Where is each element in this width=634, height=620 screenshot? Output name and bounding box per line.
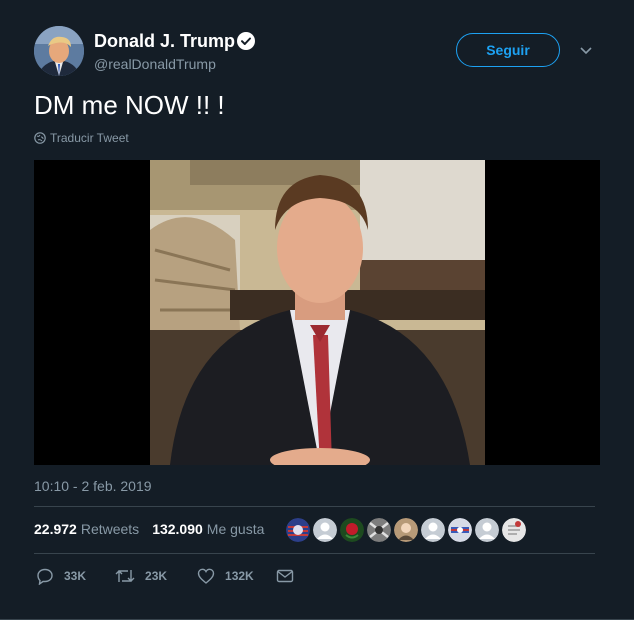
liker-avatar[interactable] xyxy=(340,518,364,542)
tweet-card: Donald J. Trump @realDonaldTrump Seguir … xyxy=(0,0,634,620)
verified-icon xyxy=(237,32,255,50)
translate-link[interactable]: Traducir Tweet xyxy=(34,131,129,145)
avatar[interactable] xyxy=(34,26,84,76)
retweet-icon xyxy=(115,570,135,582)
liker-avatar[interactable] xyxy=(448,518,472,542)
chevron-down-icon[interactable] xyxy=(578,44,594,56)
retweets-count[interactable]: 22.972 xyxy=(34,521,77,537)
user-handle[interactable]: @realDonaldTrump xyxy=(94,56,216,72)
liker-avatar[interactable] xyxy=(286,518,310,542)
divider xyxy=(34,553,595,554)
like-action[interactable]: 132K xyxy=(197,567,254,585)
liker-avatar[interactable] xyxy=(502,518,526,542)
reply-action[interactable]: 33K xyxy=(36,567,86,585)
video-frame xyxy=(150,160,485,465)
like-count: 132K xyxy=(225,569,254,583)
retweets-label[interactable]: Retweets xyxy=(81,521,139,537)
dm-icon xyxy=(276,569,293,583)
display-name[interactable]: Donald J. Trump xyxy=(94,31,235,52)
liker-avatar[interactable] xyxy=(367,518,391,542)
liker-avatar[interactable] xyxy=(313,518,337,542)
liker-avatar[interactable] xyxy=(394,518,418,542)
dm-action[interactable] xyxy=(276,568,294,584)
liker-avatar[interactable] xyxy=(475,518,499,542)
divider xyxy=(34,506,595,507)
likes-label[interactable]: Me gusta xyxy=(207,521,265,537)
retweet-count: 23K xyxy=(145,569,168,583)
tweet-actions: 33K 23K 132K xyxy=(36,567,294,585)
liker-avatar[interactable] xyxy=(421,518,445,542)
retweet-action[interactable]: 23K xyxy=(115,567,167,585)
follow-button[interactable]: Seguir xyxy=(456,33,560,67)
tweet-text: DM me NOW !! ! xyxy=(34,90,225,120)
heart-icon xyxy=(197,568,215,584)
reply-icon xyxy=(37,568,53,585)
translate-label: Traducir Tweet xyxy=(50,131,129,145)
likers-avatars xyxy=(286,518,526,542)
globe-icon xyxy=(34,132,46,144)
reply-count: 33K xyxy=(64,569,87,583)
video-player[interactable] xyxy=(34,160,600,465)
likes-count[interactable]: 132.090 xyxy=(152,521,203,537)
tweet-timestamp[interactable]: 10:10 - 2 feb. 2019 xyxy=(34,478,152,494)
engagement-stats: 22.972 Retweets 132.090 Me gusta xyxy=(34,521,264,537)
